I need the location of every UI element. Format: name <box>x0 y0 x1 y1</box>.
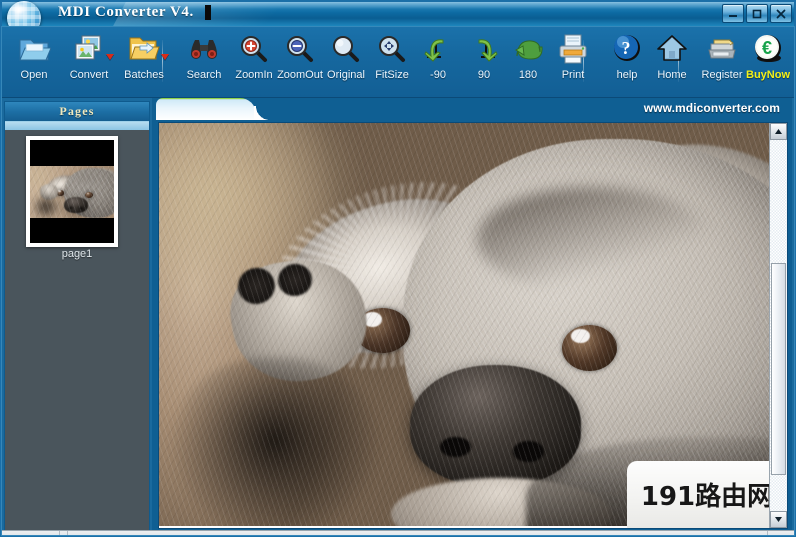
toolbar-label: Register <box>701 69 743 81</box>
minimize-icon[interactable] <box>722 4 744 23</box>
viewer-document-tab[interactable] <box>156 98 270 120</box>
website-url-label[interactable]: www.mdiconverter.com <box>644 101 780 115</box>
rotate-right-icon <box>467 32 501 68</box>
image-canvas[interactable]: 191路由网 <box>158 122 788 529</box>
status-cell <box>68 531 768 537</box>
status-cell <box>768 531 796 537</box>
euro-coin-icon: € <box>751 32 785 68</box>
image-viewer-panel: www.mdiconverter.com 191路由网 <box>152 98 792 532</box>
toolbar-label: ZoomIn <box>235 69 273 81</box>
magnifier-fit-icon <box>375 32 409 68</box>
toolbar-label: -90 <box>430 69 446 81</box>
magnifier-plus-icon <box>237 32 271 68</box>
convert-image-icon <box>72 32 106 68</box>
toolbar-label: FitSize <box>375 69 409 81</box>
cash-register-icon <box>705 32 739 68</box>
toolbar-button-print[interactable]: Print <box>545 30 601 93</box>
toolbar-button-search[interactable]: Search <box>176 30 232 93</box>
window-title: MDI Converter V4. <box>58 4 194 20</box>
toolbar-label: ZoomOut <box>277 69 323 81</box>
pages-panel-header: Pages <box>5 102 149 122</box>
pages-list[interactable]: page1 <box>5 130 149 531</box>
site-watermark: 191路由网 <box>627 461 787 528</box>
printer-icon <box>556 32 590 68</box>
page-thumbnail-frame <box>30 140 114 243</box>
open-folder-icon <box>17 32 52 68</box>
checkered-sphere-logo-icon <box>7 1 41 26</box>
toolbar-label: Batches <box>124 69 164 81</box>
toolbar-label: help <box>616 69 638 81</box>
toolbar-label: Home <box>657 69 687 81</box>
toolbar-button-convert[interactable]: Convert <box>61 30 117 93</box>
svg-text:?: ? <box>622 38 631 58</box>
status-cell <box>0 531 60 537</box>
toolbar-button-open[interactable]: Open <box>6 30 62 93</box>
toolbar-button-buynow[interactable]: € BuyNow <box>740 30 796 93</box>
toolbar-label: Open <box>20 69 48 81</box>
status-grip <box>60 531 68 537</box>
svg-text:€: € <box>762 38 772 58</box>
mdi-converter-window: MDI Converter V4. Open Convert Batches S… <box>0 0 796 537</box>
pages-panel-subbar <box>5 122 149 130</box>
window-controls <box>722 4 792 23</box>
title-text-caret <box>205 5 211 20</box>
batch-folder-icon <box>127 32 161 68</box>
vertical-scrollbar[interactable] <box>769 123 787 528</box>
binoculars-icon <box>187 32 221 68</box>
scroll-up-arrow-icon[interactable] <box>770 123 787 140</box>
close-icon[interactable] <box>770 4 792 23</box>
pages-panel: Pages page1 <box>4 101 150 533</box>
vertical-scroll-thumb[interactable] <box>771 263 786 475</box>
toolbar-button-batches[interactable]: Batches <box>116 30 172 93</box>
toolbar-label: Original <box>327 69 365 81</box>
toolbar-label: Print <box>561 69 585 81</box>
toolbar-label: 180 <box>518 69 538 81</box>
page-thumbnail-label: page1 <box>61 248 93 260</box>
batches-dropdown-arrow-icon[interactable] <box>161 54 169 60</box>
maximize-icon[interactable] <box>746 4 768 23</box>
koala-thumbnail-image <box>30 166 114 218</box>
toolbar-label: BuyNow <box>746 69 790 81</box>
scroll-down-arrow-icon[interactable] <box>770 511 787 528</box>
pages-header-label: Pages <box>59 104 95 118</box>
magnifier-minus-icon <box>283 32 317 68</box>
magnifier-icon <box>329 32 363 68</box>
status-bar <box>0 530 796 537</box>
help-question-icon: ? <box>610 32 644 68</box>
page-thumbnail-item[interactable] <box>26 136 118 247</box>
rotate-left-icon <box>421 32 455 68</box>
toolbar-label: Convert <box>69 69 109 81</box>
main-toolbar: Open Convert Batches Search ZoomIn ZoomO… <box>0 26 796 98</box>
home-house-icon <box>655 32 689 68</box>
rotate-180-icon <box>511 32 545 68</box>
toolbar-label: Search <box>186 69 222 81</box>
convert-dropdown-arrow-icon[interactable] <box>106 54 114 60</box>
toolbar-button-home[interactable]: Home <box>644 30 700 93</box>
watermark-text: 191路由网 <box>640 482 774 512</box>
toolbar-label: 90 <box>477 69 491 81</box>
title-bar[interactable]: MDI Converter V4. <box>0 0 796 26</box>
